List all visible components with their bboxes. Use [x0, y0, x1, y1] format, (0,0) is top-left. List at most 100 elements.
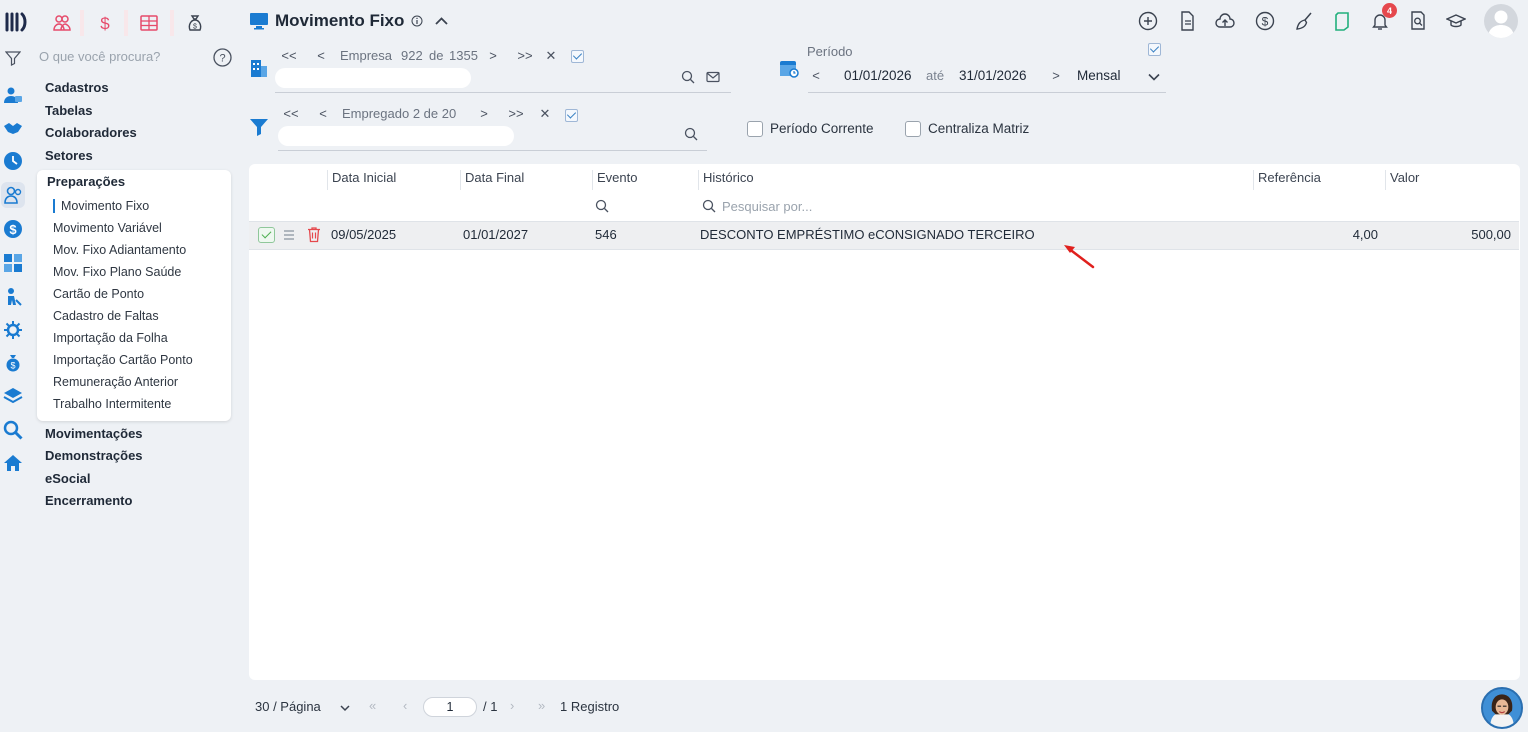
company-checkbox[interactable]	[571, 50, 584, 63]
company-next-button[interactable]: >	[485, 48, 501, 63]
calculator-icon[interactable]	[2, 252, 24, 274]
employee-search-icon[interactable]	[684, 127, 698, 141]
tool-separator	[170, 10, 174, 36]
menu-movimentacoes[interactable]: Movimentações	[45, 426, 143, 441]
menu-encerramento[interactable]: Encerramento	[45, 493, 132, 508]
submenu-cartao-de-ponto[interactable]: Cartão de Ponto	[53, 287, 144, 301]
assistant-avatar[interactable]	[1481, 687, 1523, 729]
sidebar-search-input[interactable]: O que você procura?	[39, 49, 160, 64]
page-number-input[interactable]: 1	[423, 697, 477, 717]
last-page-button[interactable]: »	[538, 698, 545, 713]
cadastros-icon[interactable]	[2, 84, 24, 106]
col-valor[interactable]: Valor	[1385, 170, 1419, 190]
gear-icon[interactable]	[2, 319, 24, 341]
period-mode-select[interactable]: Mensal	[1077, 68, 1121, 83]
submenu-movimento-variavel[interactable]: Movimento Variável	[53, 221, 162, 235]
employee-name-field[interactable]	[278, 126, 514, 146]
dollar-circle-icon[interactable]: $	[2, 218, 24, 240]
company-mail-icon[interactable]	[706, 70, 720, 84]
period-next-button[interactable]: >	[1048, 68, 1064, 83]
submenu-cadastro-de-faltas[interactable]: Cadastro de Faltas	[53, 309, 159, 323]
col-referencia[interactable]: Referência	[1253, 170, 1321, 190]
submenu-importacao-da-folha[interactable]: Importação da Folha	[53, 331, 168, 345]
page-size-chevron-icon[interactable]	[339, 702, 351, 714]
menu-cadastros[interactable]: Cadastros	[45, 80, 109, 95]
menu-colaboradores[interactable]: Colaboradores	[45, 125, 137, 140]
menu-preparacoes[interactable]: Preparações	[47, 174, 125, 189]
menu-demonstracoes[interactable]: Demonstrações	[45, 448, 143, 463]
info-icon[interactable]	[411, 15, 423, 27]
chevron-up-icon[interactable]	[434, 14, 449, 29]
employee-checkbox[interactable]	[565, 109, 578, 122]
employee-clear-button[interactable]: ✕	[537, 106, 553, 122]
period-checkbox[interactable]	[1148, 43, 1161, 56]
row-menu-icon[interactable]	[283, 228, 295, 242]
broom-icon[interactable]	[1293, 10, 1315, 32]
svg-text:$: $	[100, 14, 110, 33]
submenu-importacao-cartao-ponto[interactable]: Importação Cartão Ponto	[53, 353, 193, 367]
col-evento[interactable]: Evento	[592, 170, 637, 190]
company-name-field[interactable]	[275, 68, 471, 88]
menu-esocial[interactable]: eSocial	[45, 471, 91, 486]
col-data-inicial[interactable]: Data Inicial	[327, 170, 396, 190]
help-icon[interactable]: ?	[213, 48, 232, 67]
building-icon	[251, 60, 267, 77]
calculator-tool-icon[interactable]	[134, 10, 164, 36]
user-avatar[interactable]	[1484, 4, 1518, 38]
preparacoes-icon[interactable]	[1, 182, 25, 208]
row-select-checkbox[interactable]	[258, 227, 275, 243]
company-last-button[interactable]: >>	[517, 48, 533, 63]
submenu-trabalho-intermitente[interactable]: Trabalho Intermitente	[53, 397, 171, 411]
company-clear-button[interactable]: ✕	[543, 48, 559, 64]
employee-prev-button[interactable]: <	[315, 106, 331, 121]
historico-search-input[interactable]: Pesquisar por...	[722, 199, 812, 214]
clock-icon[interactable]	[2, 150, 24, 172]
period-start-date[interactable]: 01/01/2026	[844, 68, 912, 83]
dollar-circle-header-icon[interactable]: $	[1254, 10, 1276, 32]
submenu-movimento-fixo[interactable]: Movimento Fixo	[53, 199, 149, 213]
home-icon[interactable]	[2, 452, 24, 474]
people-tool-icon[interactable]	[47, 10, 77, 36]
col-historico[interactable]: Histórico	[698, 170, 754, 190]
filter-icon[interactable]	[5, 50, 21, 66]
col-data-final[interactable]: Data Final	[460, 170, 524, 190]
period-end-date[interactable]: 31/01/2026	[959, 68, 1027, 83]
employee-first-button[interactable]: <<	[283, 106, 299, 121]
next-page-button[interactable]: ›	[510, 698, 514, 713]
page-size-select[interactable]: 30 / Página	[255, 699, 321, 714]
trash-icon[interactable]	[306, 226, 322, 243]
cloud-upload-icon[interactable]	[1214, 10, 1236, 32]
menu-tabelas[interactable]: Tabelas	[45, 103, 92, 118]
submenu-mov-fixo-plano-saude[interactable]: Mov. Fixo Plano Saúde	[53, 265, 181, 279]
cell-historico: DESCONTO EMPRÉSTIMO eCONSIGNADO TERCEIRO	[700, 227, 1035, 242]
search-icon[interactable]	[2, 419, 24, 441]
evento-search-icon[interactable]	[595, 199, 609, 213]
document-icon[interactable]	[1176, 10, 1198, 32]
periodo-corrente-checkbox[interactable]	[747, 121, 763, 137]
layers-icon[interactable]	[2, 385, 24, 407]
bag-icon[interactable]: $	[2, 352, 24, 374]
chevron-down-icon[interactable]	[1147, 70, 1161, 84]
employee-filter-icon[interactable]	[249, 118, 269, 136]
company-prev-button[interactable]: <	[313, 48, 329, 63]
green-note-icon[interactable]	[1331, 10, 1353, 32]
first-page-button[interactable]: «	[369, 698, 376, 713]
company-first-button[interactable]: <<	[281, 48, 297, 63]
menu-setores[interactable]: Setores	[45, 148, 93, 163]
company-search-icon[interactable]	[681, 70, 695, 84]
tabelas-icon[interactable]	[2, 117, 24, 139]
document-search-icon[interactable]	[1407, 10, 1429, 32]
centraliza-matriz-checkbox[interactable]	[905, 121, 921, 137]
graduation-cap-icon[interactable]	[1445, 10, 1467, 32]
worker-icon[interactable]	[2, 286, 24, 308]
dollar-tool-icon[interactable]: $	[90, 10, 120, 36]
money-bag-tool-icon[interactable]: $	[180, 10, 210, 36]
employee-next-button[interactable]: >	[476, 106, 492, 121]
employee-field-underline	[278, 150, 707, 151]
add-circle-icon[interactable]	[1137, 10, 1159, 32]
employee-last-button[interactable]: >>	[508, 106, 524, 121]
submenu-mov-fixo-adiantamento[interactable]: Mov. Fixo Adiantamento	[53, 243, 186, 257]
prev-page-button[interactable]: ‹	[403, 698, 407, 713]
submenu-remuneracao-anterior[interactable]: Remuneração Anterior	[53, 375, 178, 389]
period-prev-button[interactable]: <	[808, 68, 824, 83]
